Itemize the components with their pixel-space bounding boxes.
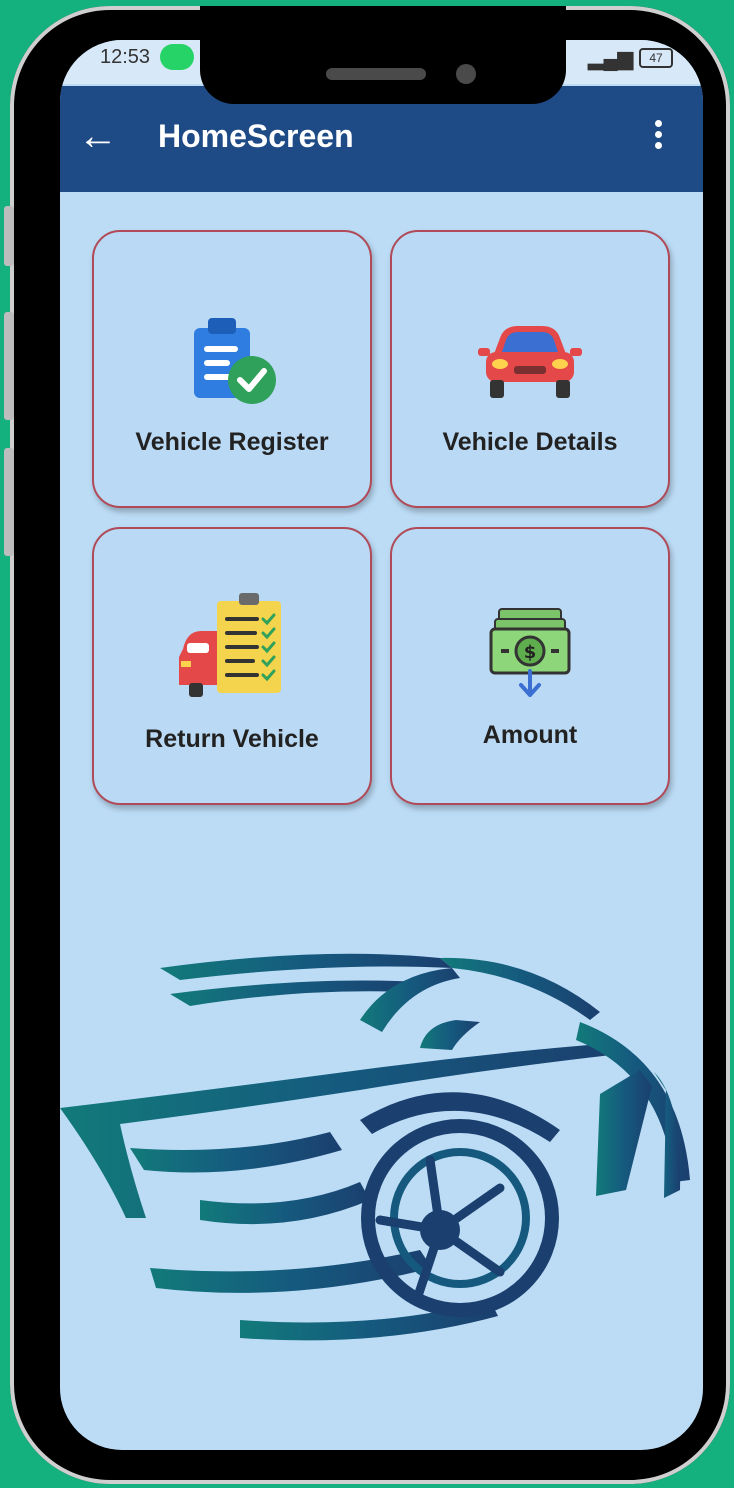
car-icon — [478, 326, 582, 398]
front-camera — [456, 64, 476, 84]
battery-icon: 47 — [639, 48, 673, 68]
tile-vehicle-register[interactable]: Vehicle Register — [92, 230, 372, 508]
sports-car-illustration — [60, 953, 690, 1341]
page-title: HomeScreen — [158, 118, 354, 154]
svg-text:$: $ — [524, 642, 537, 663]
tile-return-vehicle[interactable]: Return Vehicle — [92, 527, 372, 805]
tile-label: Vehicle Register — [135, 428, 329, 456]
app-screen: 12:53 ▂▄▆ 47 ← HomeScreen Vehicle Regist… — [60, 40, 703, 1450]
tile-label: Vehicle Details — [442, 428, 618, 456]
whatsapp-notification-icon — [160, 44, 194, 70]
tile-label: Return Vehicle — [145, 725, 319, 753]
status-time: 12:53 — [100, 46, 151, 68]
phone-side-button — [4, 448, 14, 556]
car-checklist-icon — [179, 593, 281, 697]
more-vert-icon[interactable] — [653, 120, 663, 153]
tile-amount[interactable]: $ Amount — [390, 527, 670, 805]
arrow-left-icon[interactable]: ← — [78, 116, 118, 156]
phone-side-button — [4, 206, 14, 266]
speaker-grille — [326, 68, 426, 80]
signal-icon: ▂▄▆ — [588, 48, 633, 70]
tile-vehicle-details[interactable]: Vehicle Details — [390, 230, 670, 508]
money-icon: $ — [489, 608, 571, 697]
tile-label: Amount — [482, 721, 578, 749]
clipboard-check-icon — [194, 318, 276, 404]
phone-side-button — [4, 312, 14, 420]
phone-notch — [200, 6, 566, 104]
